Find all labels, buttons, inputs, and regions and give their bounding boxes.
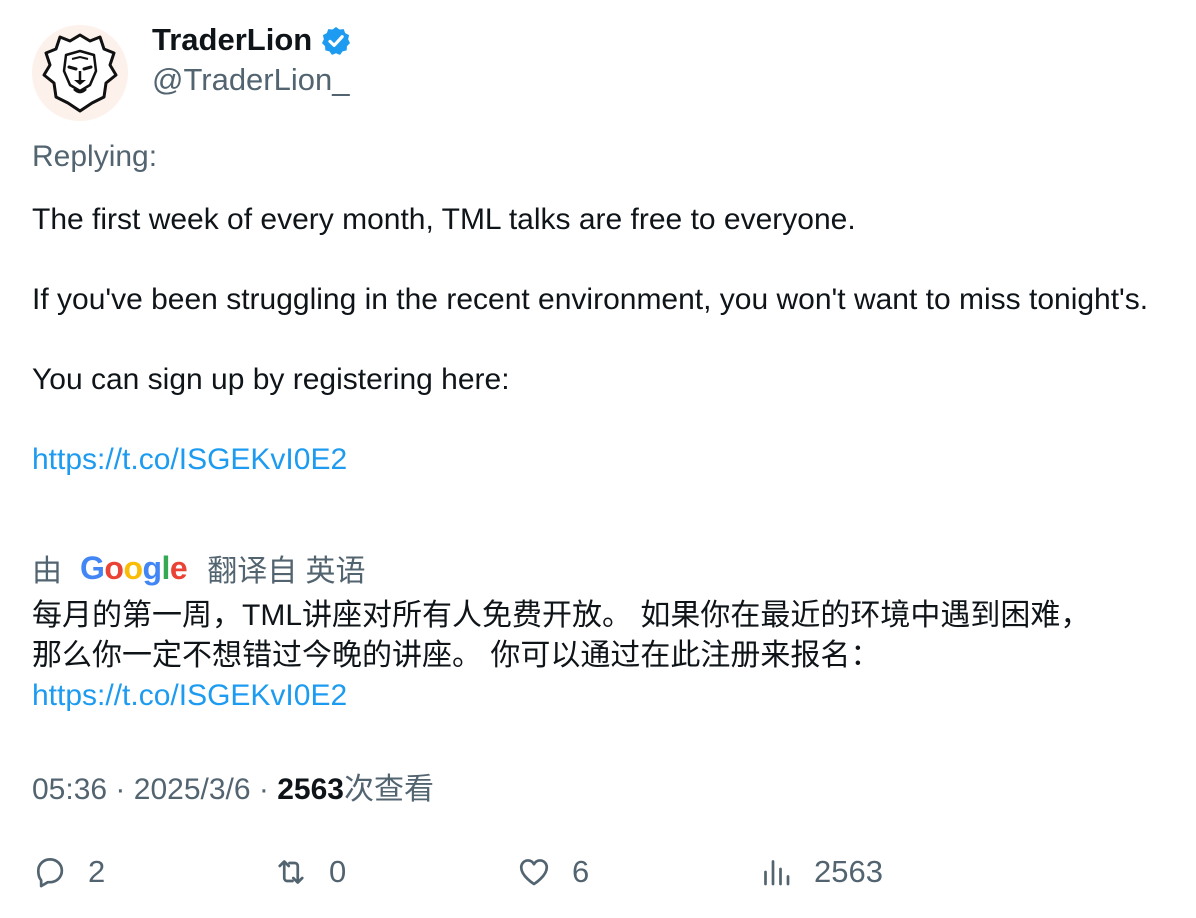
google-logo: Google — [80, 549, 188, 586]
views-button[interactable]: 2563 — [758, 850, 883, 894]
like-count: 6 — [572, 854, 590, 889]
author-name[interactable]: TraderLion — [152, 22, 352, 58]
tweet-link[interactable]: https://t.co/ISGEKvI0E2 — [32, 443, 347, 476]
tweet-paragraph: The first week of every month, TML talks… — [32, 203, 856, 236]
translated-line: 每月的第一周，TML讲座对所有人免费开放。 如果你在最近的环境中遇到困难， — [32, 599, 1091, 632]
reply-button[interactable]: 2 — [32, 850, 105, 894]
reply-icon — [36, 858, 64, 888]
views-action-count: 2563 — [814, 854, 883, 889]
tweet-date[interactable]: 2025/3/6 — [134, 773, 251, 806]
tweet-text: The first week of every month, TML talks… — [32, 200, 1172, 480]
meta-separator: · — [115, 773, 126, 806]
views-label: 次查看 — [343, 773, 434, 806]
tweet-meta: 05:36 · 2025/3/6 · 2563次查看 — [32, 764, 434, 808]
analytics-icon — [764, 860, 790, 886]
display-name-text: TraderLion — [152, 22, 313, 57]
retweet-button[interactable]: 0 — [273, 850, 346, 894]
translated-line: 那么你一定不想错过今晚的讲座。 你可以通过在此注册来报名： — [32, 639, 881, 672]
reply-count: 2 — [88, 854, 106, 889]
avatar[interactable] — [32, 25, 128, 121]
views-count: 2563 — [277, 773, 344, 806]
author-handle[interactable]: @TraderLion_ — [152, 62, 349, 98]
tweet-paragraph: If you've been struggling in the recent … — [32, 283, 1149, 316]
verified-badge-icon — [322, 27, 351, 55]
retweet-icon — [278, 860, 304, 884]
like-button[interactable]: 6 — [516, 850, 589, 894]
meta-separator: · — [258, 773, 269, 806]
tweet-time[interactable]: 05:36 — [32, 773, 107, 806]
lion-head-icon — [32, 25, 128, 121]
translated-from-label[interactable]: 翻译自 英语 — [207, 546, 365, 590]
translated-link[interactable]: https://t.co/ISGEKvI0E2 — [32, 679, 347, 712]
tweet-paragraph: You can sign up by registering here: — [32, 363, 510, 396]
replying-label: Replying: — [32, 140, 158, 173]
translation-attribution: 由 Google 翻译自 英语 — [32, 546, 366, 590]
translated-text: 每月的第一周，TML讲座对所有人免费开放。 如果你在最近的环境中遇到困难， 那么… — [32, 596, 1172, 716]
heart-icon — [519, 859, 549, 886]
retweet-count: 0 — [329, 854, 347, 889]
translation-by-label: 由 — [32, 555, 62, 588]
